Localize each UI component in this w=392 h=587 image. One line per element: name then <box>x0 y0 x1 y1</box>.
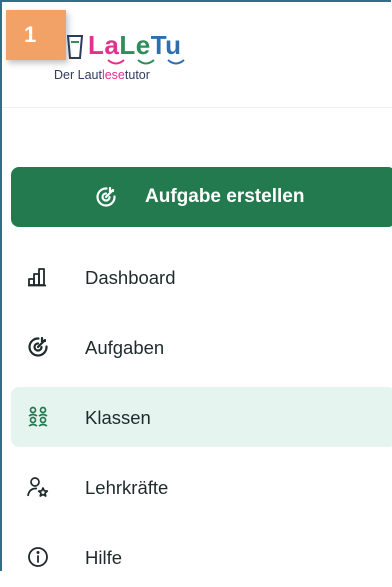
nav-label-dashboard: Dashboard <box>85 267 176 288</box>
logo-subtitle: Der Lautlesetutor <box>54 68 150 82</box>
create-task-label: Aufgabe erstellen <box>145 186 305 207</box>
nav-label-hilfe: Hilfe <box>85 547 123 568</box>
nav-item-hilfe[interactable]: Hilfe <box>11 527 392 587</box>
logo-subtitle-part1: Der Laut <box>54 68 102 82</box>
info-circle-icon <box>28 547 48 567</box>
logo-word-tu: Tu <box>150 30 182 60</box>
nav-label-lehrkraefte: Lehrkräfte <box>85 477 169 498</box>
logo-word-la: La <box>88 30 120 60</box>
reading-glass-icon <box>66 35 84 59</box>
target-plus-icon <box>96 186 116 207</box>
nav-label-klassen: Klassen <box>85 407 151 428</box>
bar-chart-icon <box>28 268 46 287</box>
logo-subtitle-part3: tutor <box>124 68 150 82</box>
nav-item-aufgaben[interactable]: Aufgaben <box>11 317 392 377</box>
nav-label-aufgaben: Aufgaben <box>85 337 165 358</box>
group-icon <box>28 406 48 427</box>
create-task-button[interactable]: Aufgabe erstellen <box>11 167 392 227</box>
target-plus-icon <box>28 336 48 357</box>
app-logo[interactable]: LaLeTu Der Lautlesetutor <box>54 30 214 100</box>
logo-subtitle-part2: lese <box>101 68 125 82</box>
header-divider <box>2 107 392 108</box>
logo-wordmark: LaLeTu <box>88 30 182 61</box>
user-star-icon <box>27 477 49 497</box>
nav-item-klassen[interactable]: Klassen <box>11 387 392 447</box>
nav-item-dashboard[interactable]: Dashboard <box>11 247 392 307</box>
logo-arcs <box>107 59 185 65</box>
nav-item-lehrkraefte[interactable]: Lehrkräfte <box>11 457 392 517</box>
logo-word-le: Le <box>119 30 151 60</box>
